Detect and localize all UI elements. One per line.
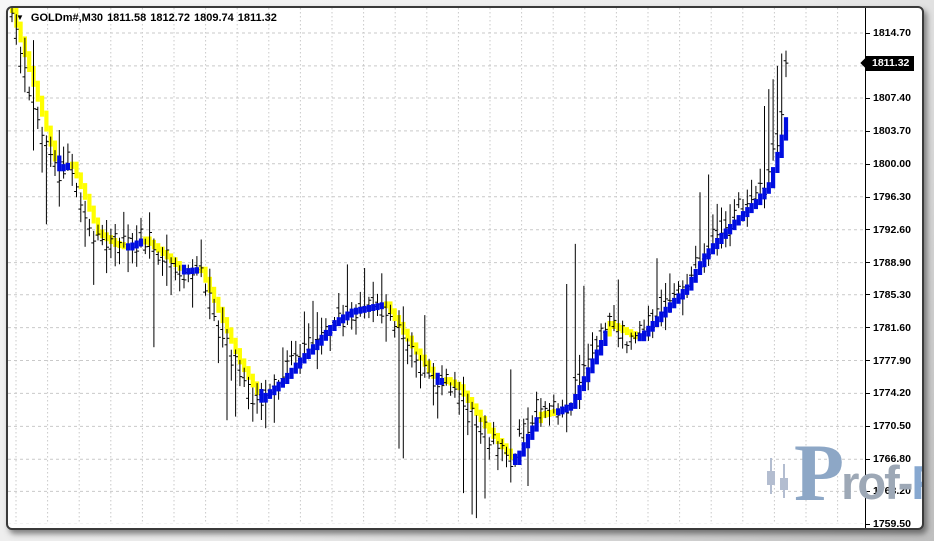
price-tick-mark <box>866 33 870 34</box>
price-tick-label: 1800.00 <box>866 157 911 171</box>
chart-title: ▼ GOLDm#,M30 1811.58 1812.72 1809.74 1811.32 <box>16 12 281 24</box>
price-tick-label: 1788.90 <box>866 256 911 270</box>
price-tick-mark <box>866 197 870 198</box>
ohlc-open: 1811.58 <box>107 12 146 24</box>
price-tick-label: 1796.30 <box>866 190 911 204</box>
price-chart-plot[interactable] <box>8 8 865 524</box>
price-tick-label: 1770.50 <box>866 419 911 433</box>
price-tick-label: 1766.80 <box>866 452 911 466</box>
price-tick-mark <box>866 360 870 361</box>
ohlc-high: 1812.72 <box>150 12 190 24</box>
price-tick-mark <box>866 426 870 427</box>
price-tick-label: 1803.70 <box>866 124 911 138</box>
price-tick-label: 1777.90 <box>866 354 911 368</box>
price-tick-label: 1785.30 <box>866 288 911 302</box>
price-tick-mark <box>866 491 870 492</box>
ohlc-close: 1811.32 <box>238 12 277 24</box>
chart-window: ▼ GOLDm#,M30 1811.58 1812.72 1809.74 1811.32 … <box>6 6 924 530</box>
symbol-marker-icon[interactable]: ▼ <box>16 13 24 22</box>
price-tick-label: 1807.40 <box>866 91 911 105</box>
price-tick-mark <box>866 131 870 132</box>
price-tick-label: 1759.50 <box>866 517 911 530</box>
ohlc-low: 1809.74 <box>194 12 234 24</box>
price-tick-mark <box>866 327 870 328</box>
price-tick-label: 1774.20 <box>866 386 911 400</box>
price-tick-mark <box>866 98 870 99</box>
price-tick-mark <box>866 164 870 165</box>
price-tick-label: 1792.60 <box>866 223 911 237</box>
price-chart-canvas[interactable] <box>8 8 865 524</box>
price-tick-mark <box>866 229 870 230</box>
price-tick-label: 1781.60 <box>866 321 911 335</box>
current-price-badge: 1811.32 <box>866 56 914 71</box>
symbol-period-label: GOLDm#,M30 <box>31 12 103 24</box>
price-tick-mark <box>866 459 870 460</box>
price-tick-mark <box>866 524 870 525</box>
price-tick-label: 1814.70 <box>866 26 911 40</box>
price-axis[interactable]: 1811.32 1814.70 1807.40 1803.70 1800.00 1796… <box>866 8 922 528</box>
price-tick-mark <box>866 262 870 263</box>
price-tick-mark <box>866 393 870 394</box>
price-tick-label: 1763.20 <box>866 484 911 498</box>
price-tick-mark <box>866 294 870 295</box>
ribbon-down-segments <box>10 8 638 460</box>
window-frame: ▼ GOLDm#,M30 1811.58 1812.72 1809.74 1811.32 … <box>0 0 934 541</box>
